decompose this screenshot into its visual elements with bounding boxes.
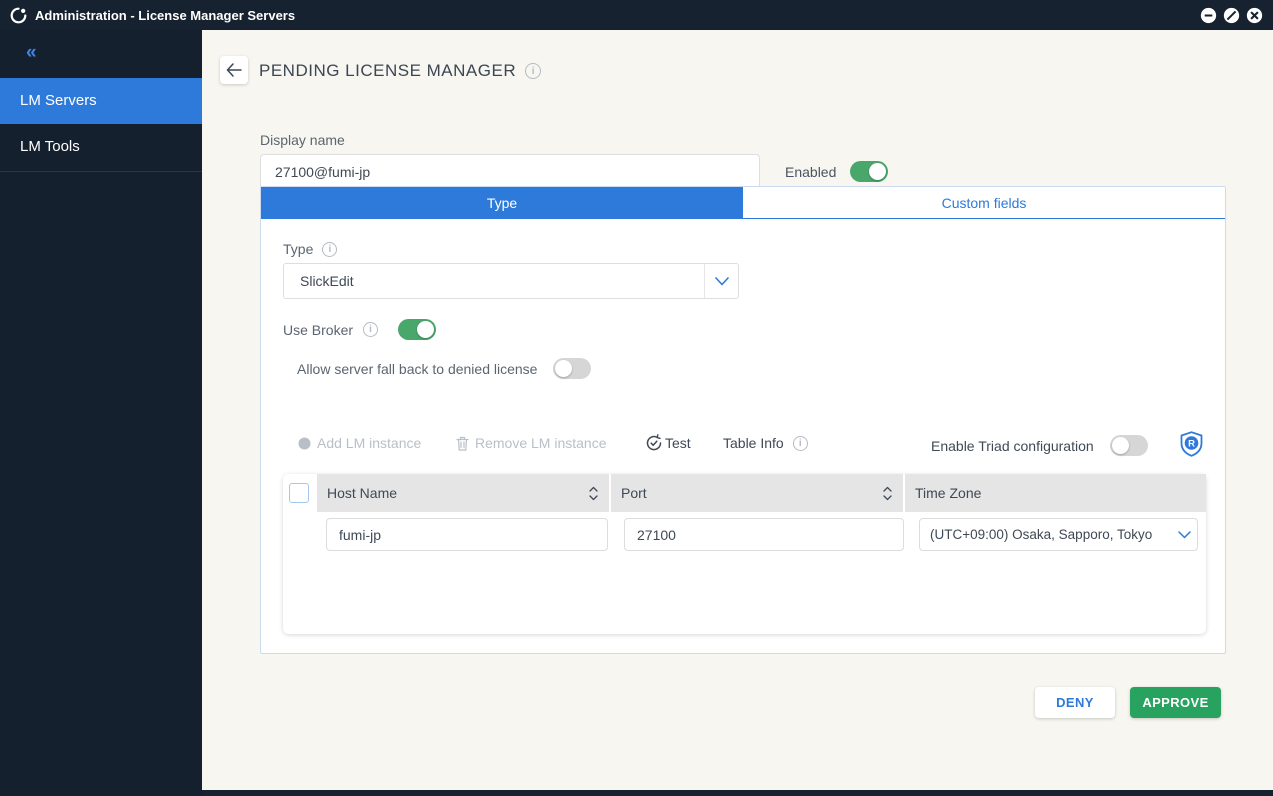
window-title: Administration - License Manager Servers <box>35 8 295 23</box>
chevron-down-icon <box>704 264 738 298</box>
back-arrow-icon <box>226 63 242 77</box>
app-logo-icon <box>10 7 27 24</box>
chevron-down-icon <box>1171 519 1197 550</box>
fallback-label: Allow server fall back to denied license <box>297 361 537 377</box>
page-header: PENDING LICENSE MANAGER i <box>259 61 541 81</box>
sidebar-item-lm-servers[interactable]: LM Servers <box>0 78 202 124</box>
remove-lm-instance-label: Remove LM instance <box>475 435 607 451</box>
time-zone-value: (UTC+09:00) Osaka, Sapporo, Tokyo <box>920 527 1171 542</box>
port-input[interactable] <box>624 518 904 551</box>
tab-content-type: Type i SlickEdit Use Broker i Allow serv… <box>261 219 1225 653</box>
restore-icon[interactable] <box>1223 7 1240 24</box>
tabs: Type Custom fields <box>261 187 1225 219</box>
deny-button[interactable]: DENY <box>1035 687 1115 718</box>
app-window: Administration - License Manager Servers… <box>0 0 1273 796</box>
table-info-label: Table Info <box>723 435 784 451</box>
remove-lm-instance-button[interactable]: Remove LM instance <box>456 435 607 451</box>
enable-triad-row: Enable Triad configuration <box>931 435 1148 456</box>
minimize-icon[interactable] <box>1200 7 1217 24</box>
type-select[interactable]: SlickEdit <box>283 263 739 299</box>
test-button[interactable]: Test <box>645 434 691 452</box>
table-info-icon: i <box>793 436 808 451</box>
use-broker-info-icon[interactable]: i <box>363 322 378 337</box>
main-content: PENDING LICENSE MANAGER i Display name E… <box>202 30 1273 790</box>
enabled-toggle[interactable] <box>850 161 888 182</box>
table-toolbar: Add LM instance Remove LM instance <box>261 431 1225 459</box>
use-broker-label: Use Broker <box>283 322 353 338</box>
tab-custom-fields[interactable]: Custom fields <box>743 187 1225 219</box>
enabled-row: Enabled <box>785 161 888 182</box>
select-all-checkbox[interactable] <box>289 483 309 503</box>
tab-type[interactable]: Type <box>261 187 743 219</box>
type-select-value: SlickEdit <box>284 273 704 289</box>
sort-icon[interactable] <box>882 484 893 503</box>
lm-instance-table: Host Name Port Time Zone <box>283 474 1206 634</box>
sidebar-item-lm-tools[interactable]: LM Tools <box>0 124 202 170</box>
type-label: Type <box>283 241 313 257</box>
toggle-knob <box>869 163 886 180</box>
use-broker-row: Use Broker i <box>283 319 436 340</box>
back-button[interactable] <box>220 56 248 84</box>
sort-icon[interactable] <box>588 484 599 503</box>
type-field-label-row: Type i <box>283 241 337 257</box>
enabled-label: Enabled <box>785 164 836 180</box>
toggle-knob <box>417 321 434 338</box>
toggle-knob <box>1112 437 1129 454</box>
window-controls <box>1200 7 1263 24</box>
table-row: (UTC+09:00) Osaka, Sapporo, Tokyo <box>283 512 1206 557</box>
type-info-icon[interactable]: i <box>322 242 337 257</box>
collapse-sidebar-icon[interactable]: « <box>0 30 202 78</box>
test-refresh-icon <box>645 434 663 452</box>
fallback-toggle[interactable] <box>553 358 591 379</box>
approve-button[interactable]: APPROVE <box>1130 687 1221 718</box>
add-lm-instance-label: Add LM instance <box>317 435 421 451</box>
close-icon[interactable] <box>1246 7 1263 24</box>
shield-r-icon[interactable]: R <box>1180 431 1203 457</box>
host-name-input[interactable] <box>326 518 608 551</box>
page-info-icon[interactable]: i <box>525 63 541 79</box>
footer-actions: DENY APPROVE <box>1035 687 1221 718</box>
table-header: Host Name Port Time Zone <box>317 474 1206 512</box>
column-header-host-name[interactable]: Host Name <box>317 474 609 512</box>
use-broker-toggle[interactable] <box>398 319 436 340</box>
time-zone-select[interactable]: (UTC+09:00) Osaka, Sapporo, Tokyo <box>919 518 1198 551</box>
sidebar-divider <box>0 171 202 172</box>
fallback-row: Allow server fall back to denied license <box>297 358 591 379</box>
toggle-knob <box>555 360 572 377</box>
page-title: PENDING LICENSE MANAGER <box>259 61 516 81</box>
test-label: Test <box>665 435 691 451</box>
enable-triad-label: Enable Triad configuration <box>931 438 1094 454</box>
column-header-time-zone[interactable]: Time Zone <box>905 474 1206 512</box>
tab-panel: Type Custom fields Type i SlickEdit Use … <box>260 186 1226 654</box>
add-lm-instance-button[interactable]: Add LM instance <box>298 435 421 451</box>
column-header-port[interactable]: Port <box>611 474 903 512</box>
sidebar: « LM Servers LM Tools <box>0 30 202 796</box>
trash-icon <box>456 436 469 451</box>
add-circle-icon <box>298 437 311 450</box>
enable-triad-toggle[interactable] <box>1110 435 1148 456</box>
display-name-input[interactable] <box>260 154 760 190</box>
table-info-button[interactable]: Table Info i <box>723 435 808 451</box>
titlebar: Administration - License Manager Servers <box>0 0 1273 30</box>
svg-text:R: R <box>1188 439 1195 450</box>
display-name-label: Display name <box>260 132 345 148</box>
